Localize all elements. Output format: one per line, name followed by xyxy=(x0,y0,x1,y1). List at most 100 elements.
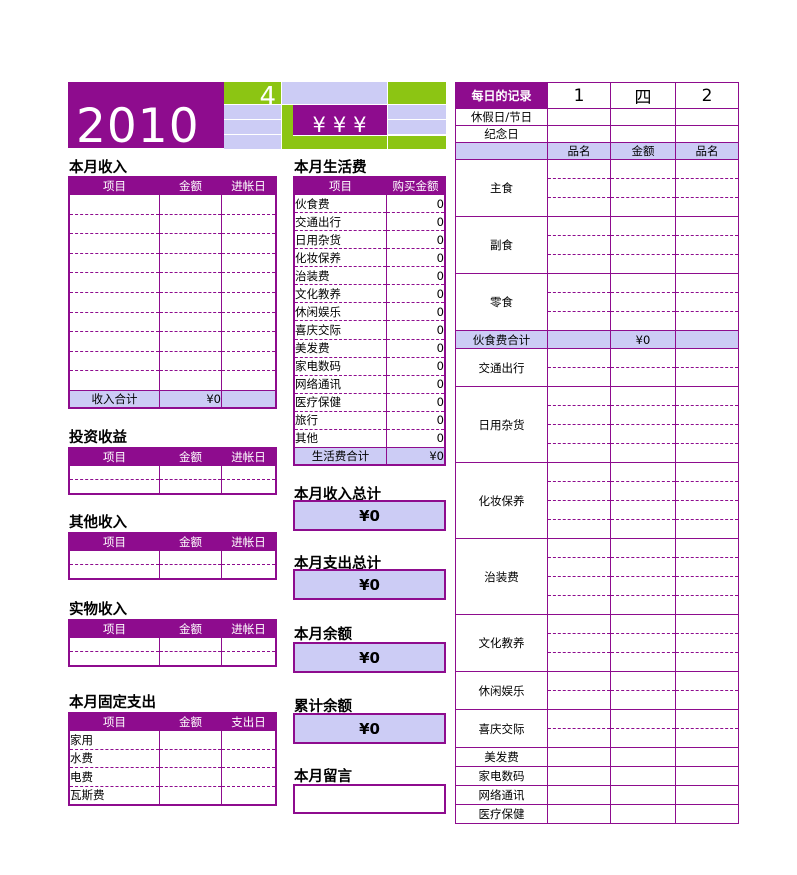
income-cell-item[interactable] xyxy=(69,272,160,293)
investment-cell-item[interactable] xyxy=(69,465,160,480)
daily-entry-name2[interactable] xyxy=(675,614,739,634)
daily-entry-amount[interactable] xyxy=(610,747,676,767)
table-row[interactable]: 医疗保健 xyxy=(455,804,739,824)
daily-entry-name[interactable] xyxy=(547,311,611,331)
daily-entry-amount[interactable] xyxy=(610,367,676,387)
fixed-expense-grid[interactable]: 项目 金额 支出日 家用 水费 电费 瓦斯费 xyxy=(69,713,276,805)
table-row[interactable] xyxy=(69,291,276,313)
investment-cell-item[interactable] xyxy=(69,479,160,494)
living-expense-item[interactable]: 文化教养 xyxy=(294,284,387,304)
fixed-expense-amount[interactable] xyxy=(159,785,222,805)
income-cell-date[interactable] xyxy=(221,194,276,215)
daily-entry-name2[interactable] xyxy=(675,519,739,539)
daily-entry-name[interactable] xyxy=(547,216,611,236)
material-income-cell-date[interactable] xyxy=(221,637,276,652)
material-income-cell-date[interactable] xyxy=(221,651,276,666)
living-expense-table[interactable]: 项目 购买金额 伙食费 0 交通出行 0 日用杂货 0 化妆保养 0 治装费 0 文化教养… xyxy=(293,176,446,466)
daily-entry-name2[interactable] xyxy=(675,500,739,520)
material-income-table[interactable]: 项目 金额 进帐日 xyxy=(68,619,277,667)
daily-entry-amount[interactable] xyxy=(610,443,676,463)
table-row[interactable]: 交通出行 0 xyxy=(294,212,445,232)
daily-entry-name[interactable] xyxy=(547,690,611,710)
daily-record-table[interactable]: 每日的记录 1 四 2 休假日/节日 纪念日 品名 金额 品名 主食 副食 零食… xyxy=(455,82,739,824)
daily-holiday-cell[interactable] xyxy=(675,108,739,126)
investment-table[interactable]: 项目 金额 进帐日 xyxy=(68,447,277,495)
living-expense-amount[interactable]: 0 xyxy=(386,212,445,232)
daily-entry-amount[interactable] xyxy=(610,690,676,710)
table-row[interactable]: 家电数码 xyxy=(455,766,739,786)
daily-entry-name[interactable] xyxy=(547,595,611,615)
daily-entry-amount[interactable] xyxy=(610,216,676,236)
daily-entry-amount[interactable] xyxy=(610,595,676,615)
daily-entry-name2[interactable] xyxy=(675,595,739,615)
daily-entry-name2[interactable] xyxy=(675,557,739,577)
daily-entry-name2[interactable] xyxy=(675,197,739,217)
income-cell-item[interactable] xyxy=(69,194,160,215)
income-cell-amount[interactable] xyxy=(159,311,222,333)
daily-entry-amount[interactable] xyxy=(610,311,676,331)
table-row[interactable] xyxy=(69,651,276,666)
table-row[interactable]: 瓦斯费 xyxy=(69,785,276,805)
fixed-expense-item[interactable]: 瓦斯费 xyxy=(69,785,160,805)
investment-cell-date[interactable] xyxy=(221,479,276,494)
material-income-cell-amount[interactable] xyxy=(159,651,222,666)
other-income-grid[interactable]: 项目 金额 进帐日 xyxy=(69,533,276,579)
living-expense-amount[interactable]: 0 xyxy=(386,230,445,250)
table-row[interactable]: 治装费 xyxy=(455,538,739,615)
living-expense-item[interactable]: 交通出行 xyxy=(294,212,387,232)
daily-entry-name[interactable] xyxy=(547,519,611,539)
income-cell-date[interactable] xyxy=(221,213,276,235)
daily-entry-name2[interactable] xyxy=(675,273,739,293)
daily-entry-amount[interactable] xyxy=(610,159,676,179)
income-cell-date[interactable] xyxy=(221,291,276,313)
fixed-expense-table[interactable]: 项目 金额 支出日 家用 水费 电费 瓦斯费 xyxy=(68,712,277,806)
daily-anniversary-cell[interactable] xyxy=(547,125,611,143)
income-cell-item[interactable] xyxy=(69,291,160,313)
daily-entry-name[interactable] xyxy=(547,273,611,293)
table-row[interactable]: 伙食费 0 xyxy=(294,193,445,214)
table-row[interactable]: 电费 xyxy=(69,767,276,787)
other-income-cell-amount[interactable] xyxy=(159,564,222,579)
daily-entry-amount[interactable] xyxy=(610,576,676,596)
investment-cell-amount[interactable] xyxy=(159,479,222,494)
table-row[interactable] xyxy=(69,550,276,565)
fixed-expense-date[interactable] xyxy=(221,785,276,805)
income-cell-amount[interactable] xyxy=(159,370,222,391)
living-expense-item[interactable]: 日用杂货 xyxy=(294,230,387,250)
daily-entry-name2[interactable] xyxy=(675,443,739,463)
table-row[interactable]: 其他 0 xyxy=(294,428,445,449)
living-expense-amount[interactable]: 0 xyxy=(386,392,445,412)
income-cell-date[interactable] xyxy=(221,233,276,254)
income-cell-date[interactable] xyxy=(221,370,276,391)
fixed-expense-date[interactable] xyxy=(221,748,276,768)
daily-entry-amount[interactable] xyxy=(610,235,676,255)
daily-entry-name[interactable] xyxy=(547,557,611,577)
daily-entry-name2[interactable] xyxy=(675,216,739,236)
daily-entry-name[interactable] xyxy=(547,235,611,255)
table-row[interactable] xyxy=(69,564,276,579)
income-cell-amount[interactable] xyxy=(159,350,222,372)
table-row[interactable]: 医疗保健 0 xyxy=(294,392,445,412)
daily-day-weekday[interactable]: 四 xyxy=(610,82,676,109)
investment-cell-amount[interactable] xyxy=(159,465,222,480)
table-row[interactable]: 化妆保养 xyxy=(455,462,739,539)
income-cell-date[interactable] xyxy=(221,252,276,274)
living-expense-amount[interactable]: 0 xyxy=(386,374,445,394)
fixed-expense-amount[interactable] xyxy=(159,748,222,768)
daily-holiday-cell[interactable] xyxy=(547,108,611,126)
living-expense-item[interactable]: 网络通讯 xyxy=(294,374,387,394)
table-row[interactable]: 文化教养 xyxy=(455,614,739,672)
daily-entry-name2[interactable] xyxy=(675,424,739,444)
income-cell-amount[interactable] xyxy=(159,233,222,254)
daily-entry-name[interactable] xyxy=(547,633,611,653)
daily-entry-name[interactable] xyxy=(547,785,611,805)
table-row[interactable]: 交通出行 xyxy=(455,348,739,387)
daily-entry-name[interactable] xyxy=(547,462,611,482)
table-row[interactable]: 文化教养 0 xyxy=(294,284,445,304)
daily-entry-name2[interactable] xyxy=(675,311,739,331)
table-row[interactable] xyxy=(69,465,276,480)
income-cell-item[interactable] xyxy=(69,252,160,274)
daily-entry-name2[interactable] xyxy=(675,386,739,406)
daily-entry-name[interactable] xyxy=(547,197,611,217)
daily-entry-name[interactable] xyxy=(547,652,611,672)
